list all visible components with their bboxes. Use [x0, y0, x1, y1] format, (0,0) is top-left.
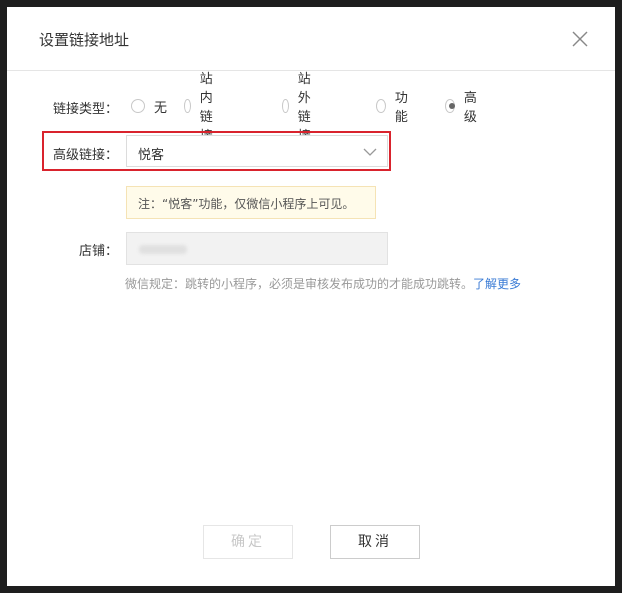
radio-option-none[interactable]: 无	[131, 96, 167, 116]
radio-circle-checked[interactable]	[445, 99, 455, 113]
rule-text: 微信规定：跳转的小程序，必须是审核发布成功的才能成功跳转。了解更多	[125, 275, 521, 292]
dialog-header: 设置链接地址	[7, 7, 615, 71]
radio-circle[interactable]	[282, 99, 289, 113]
radio-circle[interactable]	[376, 99, 386, 113]
notice-box: 注：“悦客”功能，仅微信小程序上可见。	[126, 186, 376, 219]
learn-more-link[interactable]: 了解更多	[473, 277, 521, 291]
radio-label: 无	[154, 100, 168, 116]
radio-label: 高级	[463, 91, 477, 125]
blurred-shop-name	[139, 245, 187, 254]
chevron-down-icon	[363, 146, 377, 161]
notice-text: 注：“悦客”功能，仅微信小程序上可见。	[138, 197, 355, 211]
advanced-link-select[interactable]: 悦客	[126, 135, 388, 167]
radio-option-advanced[interactable]: 高级	[445, 91, 481, 125]
close-icon[interactable]	[570, 29, 590, 49]
radio-option-external-link[interactable]: 站外链接	[282, 72, 318, 144]
shop-label: 店铺：	[79, 244, 119, 259]
dialog-title: 设置链接地址	[39, 31, 130, 49]
radio-option-internal-link[interactable]: 站内链接	[184, 72, 220, 144]
radio-option-function[interactable]: 功能	[376, 91, 412, 125]
link-type-label: 链接类型：	[53, 102, 119, 117]
confirm-button[interactable]: 确定	[203, 525, 293, 559]
radio-circle[interactable]	[131, 99, 145, 113]
shop-field	[126, 232, 388, 265]
link-settings-dialog: 设置链接地址 链接类型： 无 站内链接 站外链接 功能 高级	[7, 7, 615, 586]
radio-label: 功能	[394, 91, 408, 125]
radio-circle[interactable]	[184, 99, 191, 113]
rule-description: 微信规定：跳转的小程序，必须是审核发布成功的才能成功跳转。	[125, 277, 474, 291]
select-value: 悦客	[138, 148, 165, 163]
cancel-button[interactable]: 取消	[330, 525, 420, 559]
advanced-link-label: 高级链接：	[53, 148, 119, 163]
